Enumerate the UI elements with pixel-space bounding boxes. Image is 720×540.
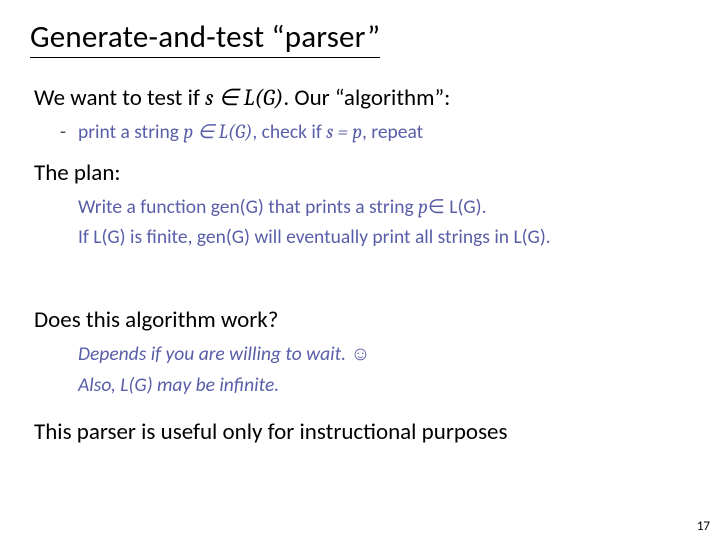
sub-answer-2: Also, L(G) may be infinite. — [78, 372, 690, 398]
math-s-in-LG: s ∈ L(G) — [205, 84, 283, 111]
sub-answer-1: Depends if you are willing to wait. ☺ — [78, 341, 690, 367]
text: L(G). — [445, 195, 487, 219]
text: , repeat — [362, 120, 423, 144]
text: Write a function gen(G) that prints a st… — [78, 195, 418, 219]
sub-plan-1: Write a function gen(G) that prints a st… — [78, 194, 690, 220]
slide: Generate-and-test “parser” We want to te… — [0, 0, 720, 447]
sub-plan-2: If L(G) is finite, gen(G) will eventuall… — [78, 224, 690, 250]
bullet-conclusion: This parser is useful only for instructi… — [34, 418, 690, 447]
sub-step: -print a string p ∈ L(G), check if s = p… — [60, 119, 690, 145]
dash-icon: - — [60, 119, 78, 145]
page-number: 17 — [697, 519, 710, 534]
bullet-question: Does this algorithm work? — [34, 306, 690, 335]
math-p-in-LG: p ∈ L(G) — [183, 120, 252, 143]
math-in: ∈ — [428, 195, 445, 218]
text: Depends if you are willing to wait. — [78, 342, 350, 366]
slide-title: Generate-and-test “parser” — [30, 18, 380, 58]
text: . Our “algorithm”: — [283, 84, 450, 112]
bullet-plan: The plan: — [34, 159, 690, 188]
text: We want to test if — [34, 84, 205, 112]
math-p: p — [418, 195, 428, 218]
smile-icon: ☺ — [350, 342, 370, 366]
text: , check if — [252, 120, 326, 144]
text: print a string — [78, 120, 183, 144]
math-s-eq-p: s = p — [326, 120, 362, 143]
bullet-intro: We want to test if s ∈ L(G). Our “algori… — [34, 84, 690, 113]
